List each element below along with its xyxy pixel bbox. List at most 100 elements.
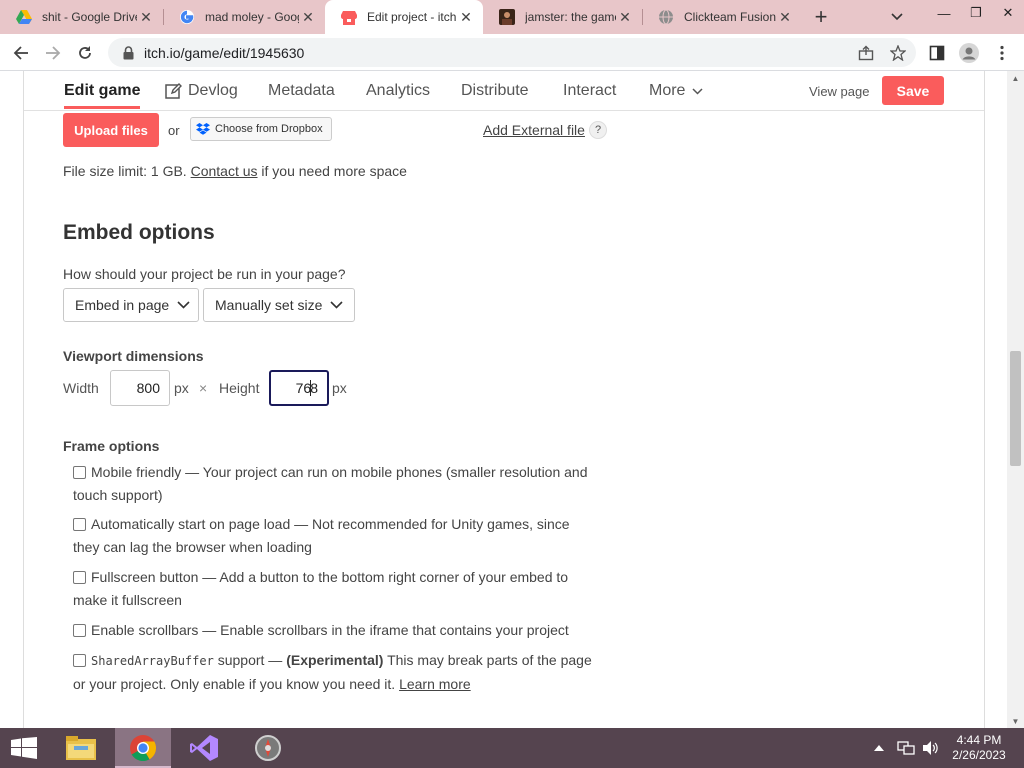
tab-interact[interactable]: Interact <box>563 82 616 100</box>
tab-google-search[interactable]: mad moley - Google Search ✕ <box>163 0 325 34</box>
embed-size-select[interactable]: Manually set size <box>203 288 355 322</box>
tab-jamster[interactable]: jamster: the game ✕ <box>483 0 642 34</box>
close-icon[interactable]: ✕ <box>457 8 475 26</box>
tab-devlog[interactable]: Devlog <box>165 82 238 100</box>
width-label: Width <box>63 380 99 396</box>
new-tab-button[interactable]: + <box>808 4 834 30</box>
close-icon[interactable]: ✕ <box>137 8 155 26</box>
upload-files-button[interactable]: Upload files <box>63 113 159 147</box>
volume-icon[interactable] <box>922 728 940 768</box>
or-label: or <box>168 123 180 138</box>
height-input[interactable]: 76 8 <box>269 370 329 406</box>
width-input[interactable]: 800 <box>110 370 170 406</box>
tab-clickteam[interactable]: Clickteam Fusion ✕ <box>642 0 802 34</box>
option-fullscreen-button[interactable]: Fullscreen button — Add a button to the … <box>73 566 593 612</box>
tab-title: Edit project - itch.io <box>367 10 457 24</box>
size-limit-suffix: if you need more space <box>261 163 407 179</box>
save-button[interactable]: Save <box>882 76 944 105</box>
tab-title: mad moley - Google Search <box>205 10 299 24</box>
chevron-down-icon <box>692 87 703 95</box>
option-autostart[interactable]: Automatically start on page load — Not r… <box>73 513 593 559</box>
tab-metadata[interactable]: Metadata <box>268 82 335 100</box>
embed-mode-select[interactable]: Embed in page <box>63 288 199 322</box>
add-external-file-link[interactable]: Add External file <box>483 122 585 138</box>
avatar-icon <box>499 9 515 25</box>
frame-options-label: Frame options <box>63 438 160 454</box>
tab-label: Metadata <box>268 82 335 99</box>
show-hidden-icons-chevron-icon[interactable] <box>874 728 884 768</box>
checkbox[interactable] <box>73 654 86 667</box>
lock-icon[interactable] <box>120 45 136 61</box>
restore-button[interactable]: ❐ <box>960 0 992 26</box>
viewport-dimensions-label: Viewport dimensions <box>63 348 204 364</box>
tab-edit-game[interactable]: Edit game <box>64 82 140 100</box>
tab-title: shit - Google Drive <box>42 10 137 24</box>
option-shared-array-buffer[interactable]: SharedArrayBuffer support — (Experimenta… <box>73 649 593 696</box>
chrome-icon[interactable] <box>115 728 171 768</box>
kebab-menu-icon[interactable] <box>991 42 1013 64</box>
minimize-button[interactable]: — <box>928 0 960 26</box>
close-icon[interactable]: ✕ <box>299 8 317 26</box>
visual-studio-icon[interactable] <box>178 728 230 768</box>
option-mobile-friendly[interactable]: Mobile friendly — Your project can run o… <box>73 461 593 507</box>
page-viewport: Edit game Devlog Metadata Analytics Dist… <box>0 71 1024 728</box>
close-icon[interactable]: ✕ <box>616 8 634 26</box>
profile-avatar-icon[interactable] <box>958 42 980 64</box>
sab-code-label: SharedArrayBuffer <box>91 654 214 668</box>
px-unit-label: px <box>174 380 189 396</box>
scroll-up-arrow-icon[interactable]: ▲ <box>1007 71 1024 85</box>
url-text[interactable]: itch.io/game/edit/1945630 <box>144 45 304 61</box>
game-edit-nav: Edit game Devlog Metadata Analytics Dist… <box>24 71 984 111</box>
windows-taskbar: 4:44 PM 2/26/2023 <box>0 728 1024 768</box>
scrollbar-thumb[interactable] <box>1010 351 1021 466</box>
windows-start-icon[interactable] <box>0 728 48 768</box>
system-clock[interactable]: 4:44 PM 2/26/2023 <box>946 733 1012 763</box>
view-page-link[interactable]: View page <box>809 84 869 99</box>
tab-google-drive[interactable]: shit - Google Drive ✕ <box>0 0 163 34</box>
google-icon <box>179 9 195 25</box>
tab-distribute[interactable]: Distribute <box>461 82 529 100</box>
checkbox[interactable] <box>73 571 86 584</box>
itchio-icon <box>341 9 357 25</box>
chevron-down-icon <box>330 298 344 312</box>
page-scrollbar[interactable]: ▲ ▼ <box>1007 71 1024 728</box>
help-question-icon[interactable]: ? <box>589 121 607 139</box>
tab-label: Devlog <box>188 82 238 99</box>
tab-edit-project[interactable]: Edit project - itch.io ✕ <box>325 0 483 34</box>
px-unit-label: px <box>332 380 347 396</box>
select-value: Embed in page <box>75 297 170 313</box>
side-panel-icon[interactable] <box>926 42 948 64</box>
embed-options-heading: Embed options <box>63 221 215 244</box>
tab-analytics[interactable]: Analytics <box>366 82 430 100</box>
option-enable-scrollbars[interactable]: Enable scrollbars — Enable scrollbars in… <box>73 619 593 642</box>
tab-label: Edit game <box>64 82 141 99</box>
tab-more[interactable]: More <box>649 82 703 100</box>
option-label: Automatically start on page load <box>91 516 291 532</box>
choose-from-dropbox-button[interactable]: Choose from Dropbox <box>190 117 332 141</box>
checkbox[interactable] <box>73 518 86 531</box>
learn-more-link[interactable]: Learn more <box>399 676 471 692</box>
scroll-down-arrow-icon[interactable]: ▼ <box>1007 714 1024 728</box>
reload-icon[interactable] <box>72 40 98 66</box>
bookmark-star-icon[interactable] <box>887 42 909 64</box>
dropbox-label: Choose from Dropbox <box>215 123 323 135</box>
back-arrow-icon[interactable] <box>8 40 34 66</box>
tab-search-chevron-icon[interactable] <box>886 6 908 28</box>
file-explorer-icon[interactable] <box>57 728 105 768</box>
option-label: support — <box>213 652 287 668</box>
close-window-button[interactable]: ✕ <box>992 0 1024 26</box>
network-icon[interactable] <box>897 728 915 768</box>
checkbox[interactable] <box>73 466 86 479</box>
height-label: Height <box>219 380 260 396</box>
clickteam-fusion-icon[interactable] <box>240 728 296 768</box>
close-icon[interactable]: ✕ <box>776 8 794 26</box>
share-icon[interactable] <box>855 42 877 64</box>
active-tab-underline <box>64 106 140 109</box>
forward-arrow-icon[interactable] <box>40 40 66 66</box>
option-label: Fullscreen button <box>91 569 199 585</box>
experimental-label: (Experimental) <box>286 652 384 668</box>
contact-us-link[interactable]: Contact us <box>191 163 258 179</box>
address-bar[interactable]: itch.io/game/edit/1945630 <box>108 38 916 67</box>
tab-label: Interact <box>563 82 617 99</box>
checkbox[interactable] <box>73 624 86 637</box>
